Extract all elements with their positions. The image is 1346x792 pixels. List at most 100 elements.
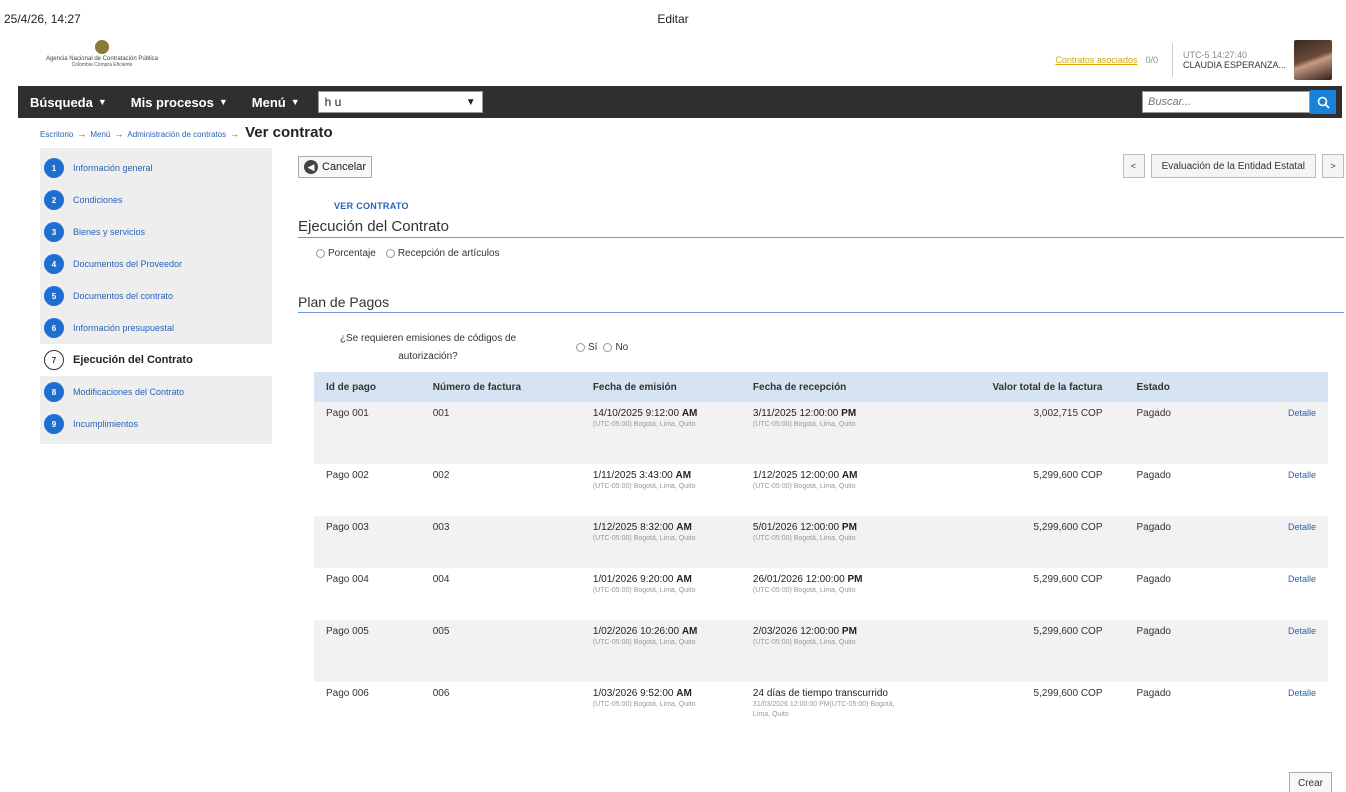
cell-valor: 5,299,600 COP [1033, 688, 1103, 699]
cell-valor: 5,299,600 COP [922, 620, 1115, 682]
sidebar-item-informacion-general[interactable]: 1 Información general [40, 152, 272, 184]
nav-busqueda[interactable]: Búsqueda ▼ [18, 95, 119, 110]
section-title-ejecucion: Ejecución del Contrato [298, 218, 1344, 238]
user-area: Contratos asociados 0/0 UTC-5 14:27:40 C… [1055, 40, 1332, 80]
step-number-badge: 9 [44, 414, 64, 434]
radio-porcentaje[interactable]: Porcentaje [316, 248, 376, 259]
step-number-badge: 5 [44, 286, 64, 306]
column-header: Fecha de recepción [740, 372, 923, 402]
sidebar-item-informacion-presupuestal[interactable]: 6 Información presupuestal [40, 312, 272, 344]
notifications-link[interactable]: Contratos asociados [1055, 55, 1137, 65]
agency-logo[interactable]: Agencia Nacional de Contratación Pública… [32, 40, 172, 80]
radio-si[interactable]: Sí [576, 342, 597, 353]
caret-down-icon: ▼ [97, 97, 107, 107]
step-number-badge: 1 [44, 158, 64, 178]
cell-estado: Pagado [1114, 516, 1222, 568]
date-timezone: (UTC-05:00) Bogotá, Lima, Quito [592, 701, 696, 708]
detalle-link[interactable]: Detalle [1221, 620, 1328, 682]
search-button[interactable] [1310, 90, 1336, 114]
next-section-button[interactable]: > [1322, 154, 1344, 178]
table-row: Pago 005 005 1/02/2026 10:26:00 AM (UTC-0… [314, 620, 1328, 682]
cell-emision: 1/12/2025 8:32:00 AM (UTC-05:00) Bogotá, … [580, 516, 741, 568]
crear-button[interactable]: Crear [1288, 772, 1332, 792]
logo-line-2: Colombia Compra Eficiente [71, 62, 133, 68]
detalle-link[interactable]: Detalle [1221, 568, 1328, 620]
authorization-question: ¿Se requieren emisiones de códigos de au… [339, 333, 517, 362]
detalle-link[interactable]: Detalle [1221, 402, 1328, 464]
radio-porcentaje-label: Porcentaje [328, 248, 376, 259]
table-row: Pago 003 003 1/12/2025 8:32:00 AM (UTC-05… [314, 516, 1328, 568]
cell-emision: 1/11/2025 3:43:00 AM (UTC-05:00) Bogotá, … [581, 464, 741, 516]
sidebar-item-ejecucion-contrato[interactable]: 7 Ejecución del Contrato [40, 344, 272, 376]
cell-valor: 3,002,715 COP [922, 402, 1115, 464]
table-row: Pago 002 002 1/11/2025 3:43:00 AM (UTC-05… [314, 464, 1328, 516]
ver-contrato-link[interactable]: VER CONTRATO [334, 201, 409, 211]
page-title: Ver contrato [245, 124, 333, 141]
sidebar-item-bienes-servicios[interactable]: 3 Bienes y servicios [40, 216, 272, 248]
sidebar-item-label: Información general [73, 163, 153, 173]
date-timezone: (UTC-05:00) Bogotá, Lima, Quito [752, 535, 856, 542]
date-main: 26/01/2026 12:00:00 PM [752, 574, 863, 585]
date-timezone: (UTC-05:00) Bogotá, Lima, Quito [592, 587, 696, 594]
prev-section-button[interactable]: < [1122, 154, 1145, 178]
date-main: 14/10/2025 9:12:00 AM [592, 408, 698, 419]
date-timezone: (UTC-05:00) Bogotá, Lima, Quito [592, 639, 696, 646]
sidebar-item-condiciones[interactable]: 2 Condiciones [40, 184, 272, 216]
date-main: 1/01/2026 9:20:00 AM [592, 574, 692, 585]
sidebar-item-modificaciones-contrato[interactable]: 8 Modificaciones del Contrato [40, 376, 272, 408]
cell-recepcion: 3/11/2025 12:00:00 PM (UTC-05:00) Bogotá,… [740, 402, 923, 464]
cell-emision: 1/02/2026 10:26:00 AM (UTC-05:00) Bogotá,… [580, 620, 741, 682]
cell-estado: Pagado [1114, 620, 1222, 682]
breadcrumb-item[interactable]: Menú [90, 130, 110, 139]
breadcrumb-item[interactable]: Administración de contratos [127, 130, 226, 139]
cell-factura: 003 [420, 516, 581, 568]
nav-menu-label: Menú [251, 94, 286, 110]
avatar[interactable] [1294, 40, 1332, 80]
radio-si-label: Sí [588, 342, 598, 353]
search-input[interactable] [1142, 91, 1310, 113]
cell-recepcion: 5/01/2026 12:00:00 PM (UTC-05:00) Bogotá,… [740, 516, 923, 568]
nav-menu[interactable]: Menú ▼ [240, 95, 312, 110]
search-icon [1317, 96, 1330, 109]
breadcrumb-item[interactable]: Escritorio [40, 130, 73, 139]
user-info[interactable]: UTC-5 14:27:40 CLAUDIA ESPERANZA... [1183, 50, 1286, 70]
date-main: 1/12/2025 12:00:00 AM [752, 470, 858, 481]
sidebar-item-documentos-contrato[interactable]: 5 Documentos del contrato [40, 280, 272, 312]
chevron-down-icon: ▼ [465, 96, 476, 108]
sidebar-item-label: Modificaciones del Contrato [73, 387, 185, 397]
user-name: CLAUDIA ESPERANZA... [1182, 60, 1286, 70]
detalle-link[interactable]: Detalle [1221, 516, 1328, 568]
radio-no[interactable]: No [603, 342, 628, 353]
cell-id: Pago 004 [326, 574, 369, 585]
entity-select[interactable]: h u ▼ [317, 91, 483, 113]
cell-id: Pago 005 [314, 620, 421, 682]
cell-id: Pago 003 [314, 516, 421, 568]
detalle-link[interactable]: Detalle [1221, 682, 1328, 758]
date-main: 1/03/2026 9:52:00 AM [592, 688, 692, 699]
section-nav-label[interactable]: Evaluación de la Entidad Estatal [1150, 154, 1316, 178]
sidebar-item-incumplimientos[interactable]: 9 Incumplimientos [40, 408, 272, 440]
cancel-button-label: Cancelar [322, 161, 367, 173]
radio-recepcion[interactable]: Recepción de artículos [385, 248, 500, 259]
column-header: Fecha de emisión [580, 372, 741, 402]
payments-table: Id de pago Número de factura Fecha de em… [314, 372, 1328, 758]
nav-mis-procesos[interactable]: Mis procesos ▼ [119, 95, 240, 110]
column-header: Id de pago [314, 372, 421, 402]
detalle-link[interactable]: Detalle [1221, 464, 1328, 516]
date-timezone: (UTC-05:00) Bogotá, Lima, Quito [592, 483, 696, 490]
cancel-button[interactable]: ◀ Cancelar [298, 156, 373, 178]
cell-factura: 001 [420, 402, 581, 464]
cell-emision: 1/01/2026 9:20:00 AM (UTC-05:00) Bogotá, … [581, 568, 741, 620]
nav-search [1142, 90, 1336, 114]
cell-estado: Pagado [1114, 402, 1222, 464]
coat-of-arms-icon [95, 40, 109, 54]
main-content: ◀ Cancelar < Evaluación de la Entidad Es… [298, 150, 1344, 792]
sidebar-item-documentos-proveedor[interactable]: 4 Documentos del Proveedor [40, 248, 272, 280]
cell-factura: 006 [432, 688, 450, 699]
column-header: Valor total de la factura [922, 372, 1115, 402]
date-main: 1/11/2025 3:43:00 AM [592, 470, 692, 481]
radio-circle-icon [316, 248, 325, 258]
date-timezone: (UTC-05:00) Bogotá, Lima, Quito [592, 535, 696, 542]
entity-select-value: h u [324, 95, 342, 109]
column-header [1221, 372, 1328, 402]
